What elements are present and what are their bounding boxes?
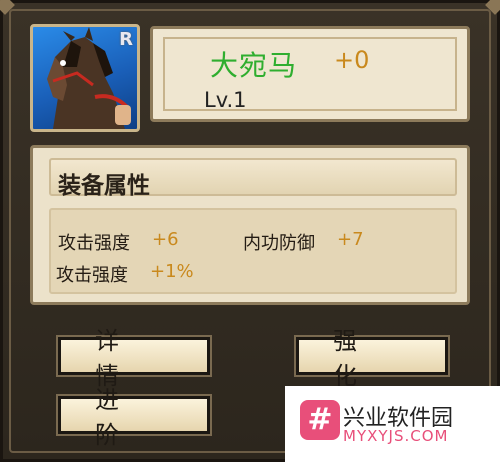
advance-button[interactable]: 进阶: [58, 386, 210, 449]
stat-value: +1%: [150, 261, 194, 282]
horse-portrait: R: [30, 24, 140, 132]
details-button[interactable]: 详情: [58, 327, 210, 390]
enhance-button[interactable]: 强化: [296, 327, 448, 390]
item-level: Lv.1: [204, 88, 247, 112]
stat-label: 内功防御: [243, 233, 315, 254]
enhance-level: +0: [334, 46, 370, 74]
watermark-logo: #: [300, 400, 340, 440]
stat-label: 攻击强度: [58, 233, 130, 254]
stat-value: +6: [152, 229, 179, 250]
watermark-url: MYXYJS.COM: [343, 427, 449, 445]
item-name-panel: [150, 26, 470, 122]
rarity-badge: R: [119, 29, 133, 50]
watermark-logo-glyph: #: [307, 402, 333, 437]
stat-label: 攻击强度: [56, 265, 128, 286]
item-name: 大宛马: [210, 49, 298, 82]
attribute-title: 装备属性: [58, 173, 150, 199]
stat-value: +7: [337, 229, 364, 250]
